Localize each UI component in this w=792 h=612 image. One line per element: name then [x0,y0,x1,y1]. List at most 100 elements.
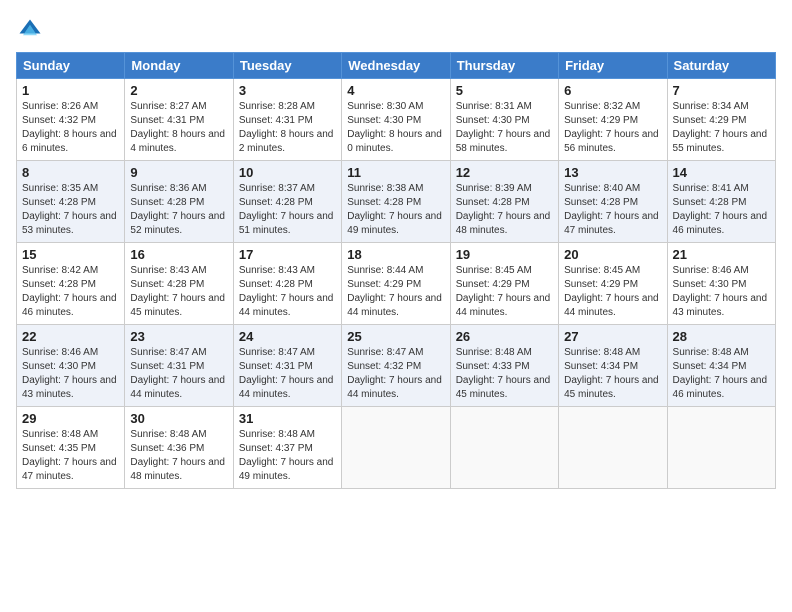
cell-info: Sunrise: 8:27 AMSunset: 4:31 PMDaylight:… [130,100,227,156]
calendar-cell: 20 Sunrise: 8:45 AMSunset: 4:29 PMDayligh… [559,243,667,325]
cell-info: Sunrise: 8:47 AMSunset: 4:31 PMDaylight:… [130,346,227,402]
calendar-cell: 11 Sunrise: 8:38 AMSunset: 4:28 PMDayligh… [342,161,450,243]
weekday-header-thursday: Thursday [450,53,558,79]
calendar-cell: 14 Sunrise: 8:41 AMSunset: 4:28 PMDayligh… [667,161,775,243]
calendar-week-row: 22 Sunrise: 8:46 AMSunset: 4:30 PMDayligh… [17,325,776,407]
cell-info: Sunrise: 8:32 AMSunset: 4:29 PMDaylight:… [564,100,661,156]
calendar-cell: 19 Sunrise: 8:45 AMSunset: 4:29 PMDayligh… [450,243,558,325]
cell-info: Sunrise: 8:43 AMSunset: 4:28 PMDaylight:… [130,264,227,320]
empty-cell [342,407,450,489]
calendar-week-row: 8 Sunrise: 8:35 AMSunset: 4:28 PMDaylight… [17,161,776,243]
day-number: 15 [22,247,119,262]
logo [16,16,48,44]
cell-info: Sunrise: 8:43 AMSunset: 4:28 PMDaylight:… [239,264,336,320]
weekday-header-wednesday: Wednesday [342,53,450,79]
day-number: 13 [564,165,661,180]
day-number: 5 [456,83,553,98]
weekday-header-tuesday: Tuesday [233,53,341,79]
weekday-header-sunday: Sunday [17,53,125,79]
cell-info: Sunrise: 8:48 AMSunset: 4:37 PMDaylight:… [239,428,336,484]
day-number: 28 [673,329,770,344]
day-number: 8 [22,165,119,180]
calendar-cell: 22 Sunrise: 8:46 AMSunset: 4:30 PMDayligh… [17,325,125,407]
logo-icon [16,16,44,44]
cell-info: Sunrise: 8:30 AMSunset: 4:30 PMDaylight:… [347,100,444,156]
calendar-cell: 12Sunrise: 8:39 AMSunset: 4:28 PMDayligh… [450,161,558,243]
cell-info: Sunrise: 8:47 AMSunset: 4:31 PMDaylight:… [239,346,336,402]
cell-info: Sunrise: 8:41 AMSunset: 4:28 PMDaylight:… [673,182,770,238]
day-number: 19 [456,247,553,262]
cell-info: Sunrise: 8:46 AMSunset: 4:30 PMDaylight:… [22,346,119,402]
calendar-cell: 9Sunrise: 8:36 AMSunset: 4:28 PMDaylight… [125,161,233,243]
calendar-week-row: 1 Sunrise: 8:26 AMSunset: 4:32 PMDaylight… [17,79,776,161]
cell-info: Sunrise: 8:26 AMSunset: 4:32 PMDaylight:… [22,100,119,156]
day-number: 16 [130,247,227,262]
calendar-cell: 2 Sunrise: 8:27 AMSunset: 4:31 PMDaylight… [125,79,233,161]
day-number: 6 [564,83,661,98]
calendar-cell: 8 Sunrise: 8:35 AMSunset: 4:28 PMDaylight… [17,161,125,243]
day-number: 23 [130,329,227,344]
day-number: 17 [239,247,336,262]
calendar-cell: 21Sunrise: 8:46 AMSunset: 4:30 PMDayligh… [667,243,775,325]
cell-info: Sunrise: 8:45 AMSunset: 4:29 PMDaylight:… [456,264,553,320]
calendar-cell: 13 Sunrise: 8:40 AMSunset: 4:28 PMDayligh… [559,161,667,243]
day-number: 1 [22,83,119,98]
cell-info: Sunrise: 8:35 AMSunset: 4:28 PMDaylight:… [22,182,119,238]
cell-info: Sunrise: 8:47 AMSunset: 4:32 PMDaylight:… [347,346,444,402]
calendar-cell: 6 Sunrise: 8:32 AMSunset: 4:29 PMDaylight… [559,79,667,161]
calendar-cell: 30 Sunrise: 8:48 AMSunset: 4:36 PMDayligh… [125,407,233,489]
calendar-cell: 10 Sunrise: 8:37 AMSunset: 4:28 PMDayligh… [233,161,341,243]
calendar-cell: 31 Sunrise: 8:48 AMSunset: 4:37 PMDayligh… [233,407,341,489]
cell-info: Sunrise: 8:34 AMSunset: 4:29 PMDaylight:… [673,100,770,156]
cell-info: Sunrise: 8:28 AMSunset: 4:31 PMDaylight:… [239,100,336,156]
calendar-cell: 23 Sunrise: 8:47 AMSunset: 4:31 PMDayligh… [125,325,233,407]
day-number: 10 [239,165,336,180]
calendar-week-row: 15 Sunrise: 8:42 AMSunset: 4:28 PMDayligh… [17,243,776,325]
day-number: 31 [239,411,336,426]
calendar-cell: 28Sunrise: 8:48 AMSunset: 4:34 PMDayligh… [667,325,775,407]
day-number: 22 [22,329,119,344]
calendar-cell: 18 Sunrise: 8:44 AMSunset: 4:29 PMDayligh… [342,243,450,325]
calendar-cell: 15 Sunrise: 8:42 AMSunset: 4:28 PMDayligh… [17,243,125,325]
cell-info: Sunrise: 8:48 AMSunset: 4:35 PMDaylight:… [22,428,119,484]
cell-info: Sunrise: 8:46 AMSunset: 4:30 PMDaylight:… [673,264,770,320]
cell-info: Sunrise: 8:48 AMSunset: 4:36 PMDaylight:… [130,428,227,484]
day-number: 27 [564,329,661,344]
day-number: 7 [673,83,770,98]
calendar-cell: 26 Sunrise: 8:48 AMSunset: 4:33 PMDayligh… [450,325,558,407]
day-number: 14 [673,165,770,180]
calendar-cell: 17 Sunrise: 8:43 AMSunset: 4:28 PMDayligh… [233,243,341,325]
cell-info: Sunrise: 8:45 AMSunset: 4:29 PMDaylight:… [564,264,661,320]
calendar-cell: 27 Sunrise: 8:48 AMSunset: 4:34 PMDayligh… [559,325,667,407]
weekday-header-saturday: Saturday [667,53,775,79]
cell-info: Sunrise: 8:48 AMSunset: 4:34 PMDaylight:… [564,346,661,402]
day-number: 20 [564,247,661,262]
calendar-cell: 3 Sunrise: 8:28 AMSunset: 4:31 PMDaylight… [233,79,341,161]
calendar-table: SundayMondayTuesdayWednesdayThursdayFrid… [16,52,776,489]
day-number: 9 [130,165,227,180]
weekday-header-friday: Friday [559,53,667,79]
cell-info: Sunrise: 8:48 AMSunset: 4:33 PMDaylight:… [456,346,553,402]
day-number: 30 [130,411,227,426]
day-number: 2 [130,83,227,98]
cell-info: Sunrise: 8:44 AMSunset: 4:29 PMDaylight:… [347,264,444,320]
cell-info: Sunrise: 8:40 AMSunset: 4:28 PMDaylight:… [564,182,661,238]
day-number: 25 [347,329,444,344]
cell-info: Sunrise: 8:31 AMSunset: 4:30 PMDaylight:… [456,100,553,156]
empty-cell [450,407,558,489]
day-number: 3 [239,83,336,98]
page-header [16,16,776,44]
calendar-cell: 25 Sunrise: 8:47 AMSunset: 4:32 PMDayligh… [342,325,450,407]
day-number: 4 [347,83,444,98]
calendar-cell: 24Sunrise: 8:47 AMSunset: 4:31 PMDayligh… [233,325,341,407]
calendar-cell: 29Sunrise: 8:48 AMSunset: 4:35 PMDayligh… [17,407,125,489]
calendar-cell: 16 Sunrise: 8:43 AMSunset: 4:28 PMDayligh… [125,243,233,325]
cell-info: Sunrise: 8:37 AMSunset: 4:28 PMDaylight:… [239,182,336,238]
calendar-cell: 7 Sunrise: 8:34 AMSunset: 4:29 PMDaylight… [667,79,775,161]
calendar-week-row: 29Sunrise: 8:48 AMSunset: 4:35 PMDayligh… [17,407,776,489]
day-number: 18 [347,247,444,262]
cell-info: Sunrise: 8:38 AMSunset: 4:28 PMDaylight:… [347,182,444,238]
day-number: 26 [456,329,553,344]
day-number: 11 [347,165,444,180]
cell-info: Sunrise: 8:42 AMSunset: 4:28 PMDaylight:… [22,264,119,320]
